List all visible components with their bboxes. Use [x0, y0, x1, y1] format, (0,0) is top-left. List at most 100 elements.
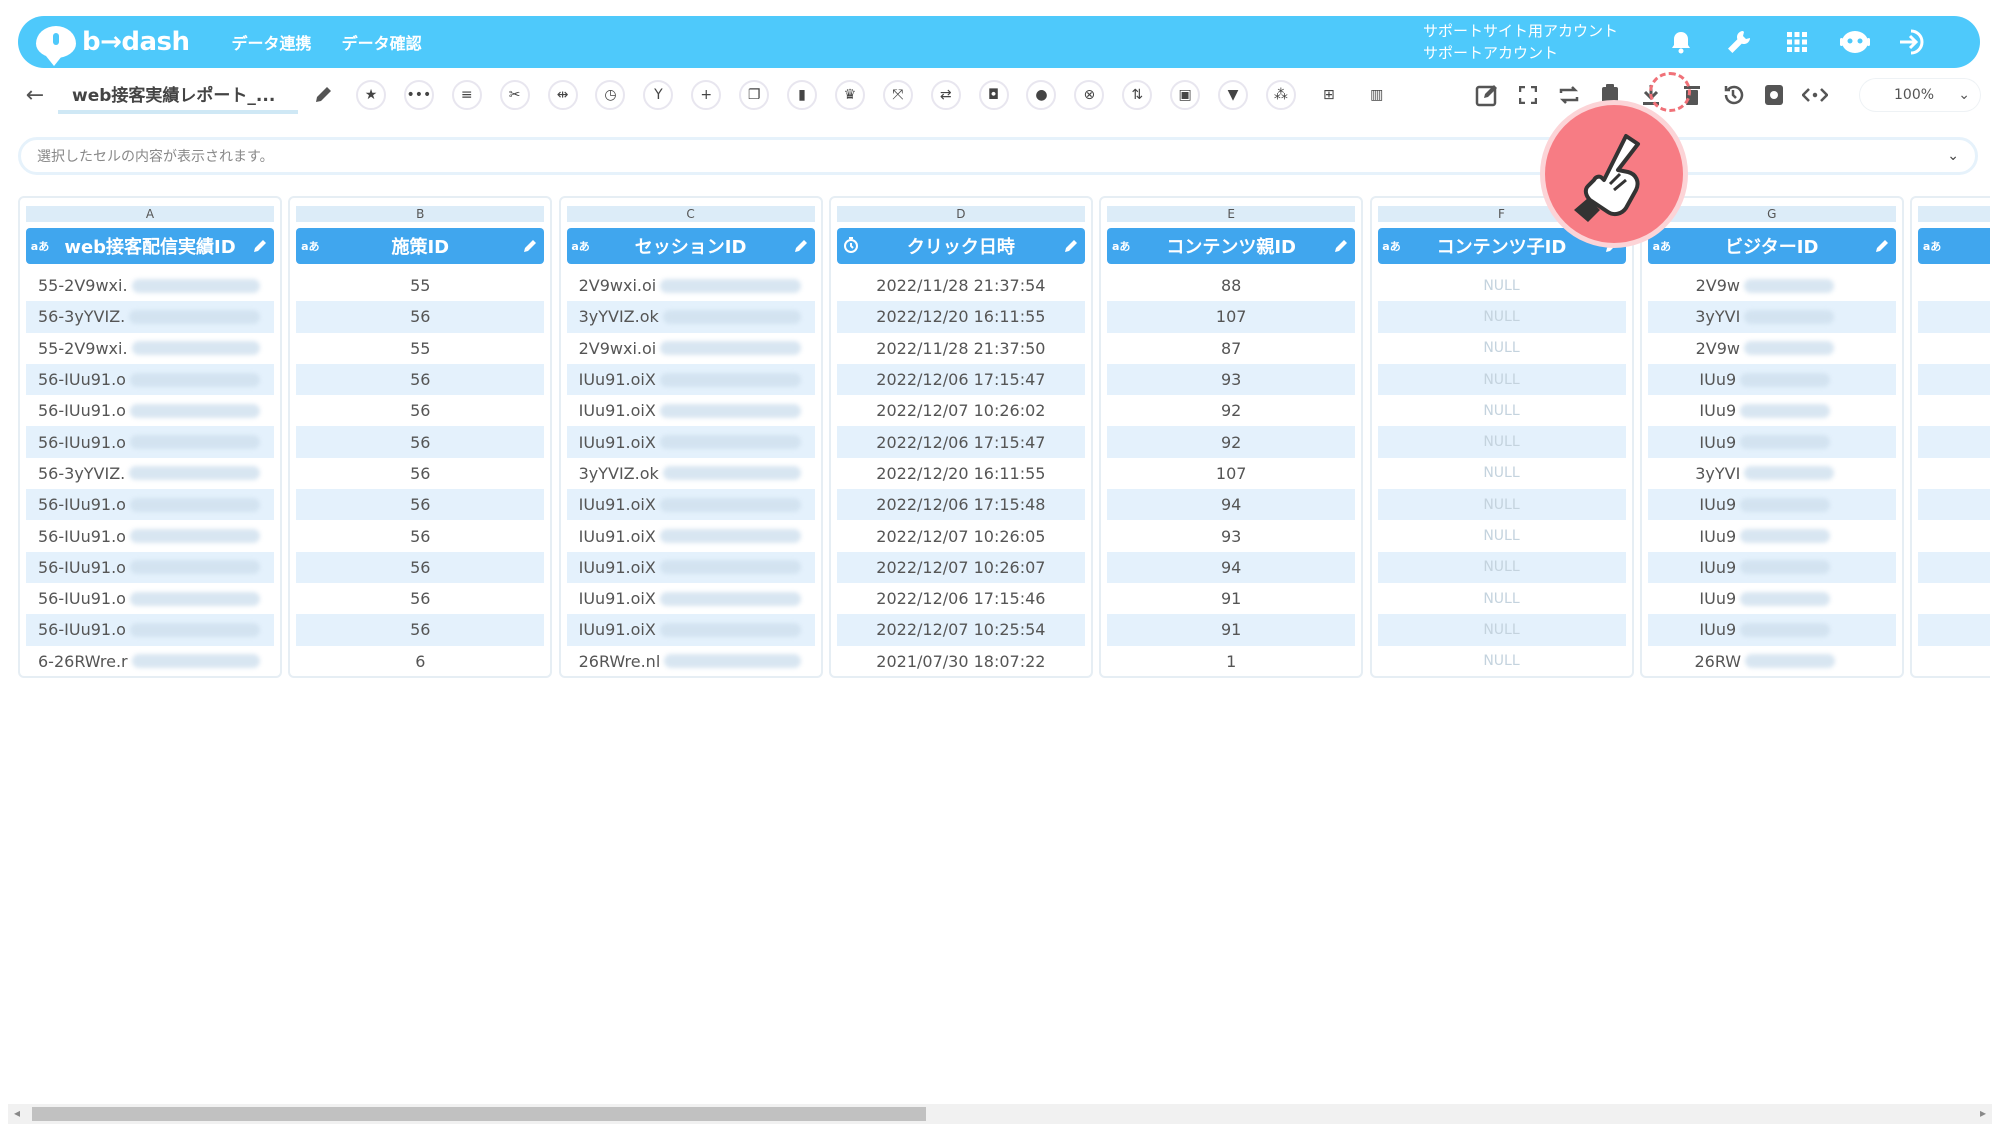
grid-cell[interactable]: IUu9	[1648, 520, 1896, 551]
grid-cell[interactable]: NULL	[1378, 520, 1626, 551]
grid-cell[interactable]: NULL	[1378, 458, 1626, 489]
plus-icon[interactable]: +	[691, 80, 722, 110]
grid-cell[interactable]: IUu91.oiX	[567, 395, 815, 426]
grid-cell[interactable]: 6	[296, 646, 544, 676]
grid-cell[interactable]: 3yYVIZ.ok	[567, 458, 815, 489]
close-icon[interactable]: ⊗	[1074, 80, 1105, 110]
column-header[interactable]: aあ 施策ID	[296, 228, 545, 264]
crown-icon[interactable]: ♛	[834, 80, 865, 110]
grid-cell[interactable]: IUu9	[1647, 426, 1896, 458]
column-header[interactable]: aあ コンテンツ親ID	[1107, 228, 1356, 264]
branch-icon[interactable]: Y	[643, 80, 674, 110]
grid-cell[interactable]: 3yYVI	[1647, 301, 1896, 333]
table-icon[interactable]: ⊞	[1313, 80, 1344, 110]
column-letter[interactable]: B	[296, 206, 545, 222]
refresh-icon[interactable]	[1555, 79, 1583, 111]
grid-cell[interactable]: 56	[296, 583, 544, 614]
grid-cell[interactable]: 56-IUu91.o	[26, 395, 274, 426]
grid-cell[interactable]: IUu91.oiX	[566, 426, 815, 458]
edit-column-icon[interactable]	[516, 239, 544, 253]
grid-cell[interactable]: 56	[296, 551, 545, 583]
nav-data-integration[interactable]: データ連携	[232, 30, 312, 54]
grid-dots-icon[interactable]: ⁂	[1265, 80, 1296, 110]
grid-cell[interactable]: NULL	[1378, 395, 1626, 426]
grid-cell[interactable]	[1918, 489, 1990, 521]
grid-cell[interactable]	[1918, 333, 1990, 364]
grid-cell[interactable]: 56-IUu91.o	[26, 551, 274, 583]
edit-column-icon[interactable]	[787, 239, 815, 253]
edit-icon[interactable]	[1473, 79, 1501, 111]
grid-cell[interactable]: NULL	[1378, 646, 1626, 676]
list-icon[interactable]: ≡	[451, 80, 482, 110]
grid-cell[interactable]: 56-IUu91.o	[26, 583, 274, 614]
grid-cell[interactable]	[1918, 614, 1990, 646]
column-letter[interactable]	[1918, 206, 1990, 222]
lock-icon[interactable]: ◘	[978, 80, 1009, 110]
grid-cell[interactable]: 88	[1107, 270, 1355, 301]
more-icon[interactable]: •••	[403, 80, 434, 110]
grid-cell[interactable]: 56	[296, 426, 545, 458]
scroll-left-icon[interactable]: ◂	[14, 1106, 20, 1120]
repeat-icon[interactable]: ⇄	[930, 80, 961, 110]
grid-cell[interactable]: 56-IUu91.o	[26, 489, 274, 521]
bag-icon[interactable]: ●	[1026, 80, 1057, 110]
grid-cell[interactable]: NULL	[1378, 583, 1626, 614]
grid-cell[interactable]	[1918, 646, 1990, 676]
grid-cell[interactable]: 2022/12/06 17:15:47	[836, 426, 1085, 458]
grid-cell[interactable]: 56	[296, 489, 545, 521]
settings-icon[interactable]	[1760, 79, 1788, 111]
grid-cell[interactable]: 2022/12/07 10:25:54	[836, 614, 1085, 646]
trash-icon[interactable]: ▮	[787, 80, 818, 110]
grid-cell[interactable]: 2022/12/20 16:11:55	[837, 458, 1085, 489]
grid-cell[interactable]: 6-26RWre.r	[26, 646, 274, 676]
scrollbar-thumb[interactable]	[32, 1107, 926, 1121]
grid-cell[interactable]: 2022/12/07 10:26:02	[837, 395, 1085, 426]
grid-cell[interactable]: 2V9w	[1648, 333, 1896, 364]
grid-cell[interactable]: IUu9	[1647, 551, 1896, 583]
account-info[interactable]: サポートサイト用アカウント サポートアカウント	[1423, 20, 1618, 64]
grid-cell[interactable]: 94	[1107, 551, 1356, 583]
horizontal-scrollbar[interactable]: ◂ ▸	[8, 1104, 1992, 1124]
grid-cell[interactable]: 2021/07/30 18:07:22	[837, 646, 1085, 676]
copy-icon[interactable]: ❐	[739, 80, 770, 110]
grid-cell[interactable]: 3yYVI	[1648, 458, 1896, 489]
grid-cell[interactable]	[1918, 301, 1990, 333]
grid-cell[interactable]	[1918, 270, 1990, 301]
grid-cell[interactable]	[1918, 551, 1990, 583]
grid-cell[interactable]: 55	[296, 333, 544, 364]
zoom-select[interactable]: 100% ⌄	[1860, 79, 1980, 111]
grid-cell[interactable]: IUu9	[1647, 489, 1896, 521]
grid-cell[interactable]: 107	[1107, 301, 1356, 333]
grid-cell[interactable]: IUu9	[1647, 363, 1896, 396]
logout-icon[interactable]	[1884, 20, 1942, 64]
column-letter[interactable]: A	[26, 206, 274, 222]
nav-data-check[interactable]: データ確認	[342, 30, 422, 54]
grid-cell[interactable]: 2022/11/28 21:37:50	[837, 333, 1085, 364]
grid-cell[interactable]: 2022/12/06 17:15:47	[836, 363, 1085, 396]
grid-cell[interactable]: 92	[1107, 395, 1355, 426]
chat-bot-icon[interactable]	[1826, 20, 1884, 64]
grid-cell[interactable]: 56-IUu91.o	[26, 426, 274, 458]
bell-icon[interactable]	[1652, 20, 1710, 64]
filter-icon[interactable]: ▼	[1218, 80, 1249, 110]
grid-cell[interactable]: IUu91.oiX	[566, 489, 815, 521]
grid-cell[interactable]	[1918, 395, 1990, 426]
grid-cell[interactable]: NULL	[1377, 489, 1626, 521]
grid-cell[interactable]: 2V9wxi.oi	[567, 333, 815, 364]
fullscreen-icon[interactable]	[1514, 79, 1542, 111]
back-button[interactable]: ←	[18, 83, 52, 108]
grid-cell[interactable]: IUu9	[1648, 583, 1896, 614]
column-header[interactable]: aあ セッションID	[566, 228, 815, 264]
grid-cell[interactable]: 92	[1107, 426, 1356, 458]
swap-icon[interactable]: ⇅	[1122, 80, 1153, 110]
timer-icon[interactable]: ◷	[595, 80, 626, 110]
grid-cell[interactable]: 2022/12/06 17:15:48	[836, 489, 1085, 521]
grid-cell[interactable]: 91	[1107, 614, 1356, 646]
grid-cell[interactable]: NULL	[1377, 426, 1626, 458]
grid-cell[interactable]: NULL	[1377, 551, 1626, 583]
grid-cell[interactable]: 26RWre.nl	[567, 646, 815, 676]
code-icon[interactable]	[1801, 79, 1829, 111]
grid-cell[interactable]: 56	[296, 363, 545, 396]
grid-cell[interactable]	[1918, 520, 1990, 551]
wrench-icon[interactable]	[1710, 20, 1768, 64]
